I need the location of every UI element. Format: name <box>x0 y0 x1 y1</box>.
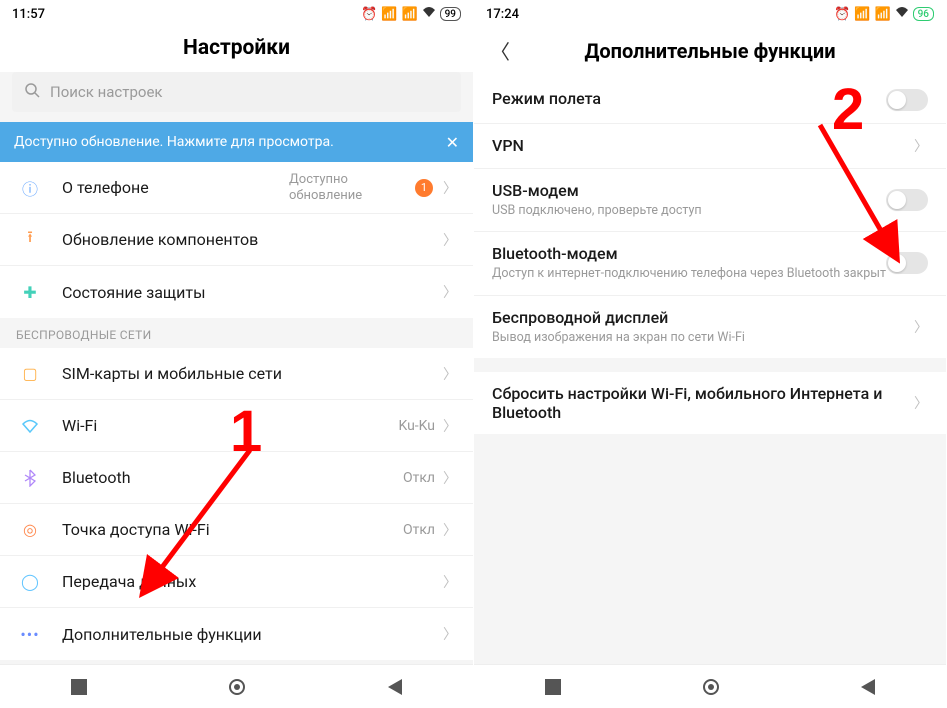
chevron-right-icon: 〉 <box>443 282 457 302</box>
row-data-usage[interactable]: ◯ Передача данных 〉 <box>0 556 473 608</box>
nav-bar <box>474 664 946 708</box>
row-label: Режим полета <box>492 89 886 108</box>
row-label: Bluetooth-модем <box>492 244 886 263</box>
row-label: Bluetooth <box>62 468 403 487</box>
more-icon: ••• <box>16 620 44 648</box>
chevron-right-icon: 〉 <box>914 393 928 413</box>
wifi-icon <box>895 6 909 22</box>
row-sim[interactable]: ▢ SIM-карты и мобильные сети 〉 <box>0 348 473 400</box>
shield-icon: ✚ <box>16 278 44 306</box>
row-label: Дополнительные функции <box>62 625 443 644</box>
page-title: Настройки <box>0 28 473 72</box>
toggle-usb-tethering[interactable] <box>886 189 928 211</box>
status-time: 11:57 <box>12 7 361 22</box>
alarm-icon: ⏰ <box>361 7 377 22</box>
annotation-2: 2 <box>832 76 864 143</box>
back-icon[interactable]: 〈 <box>490 36 514 65</box>
nav-bar <box>0 664 473 708</box>
row-label: Беспроводной дисплей <box>492 308 914 327</box>
chevron-right-icon: 〉 <box>443 468 457 488</box>
row-value: Откл <box>403 470 435 486</box>
signal-icon-2: 📶 <box>401 7 417 22</box>
row-about-phone[interactable]: ⓘ О телефоне Доступно обновление 1 〉 <box>0 162 473 214</box>
update-banner[interactable]: Доступно обновление. Нажмите для просмот… <box>0 122 473 162</box>
row-reset-network[interactable]: Сбросить настройки Wi-Fi, мобильного Инт… <box>474 372 946 434</box>
section-wireless: БЕСПРОВОДНЫЕ СЕТИ <box>0 318 473 348</box>
row-more-functions[interactable]: ••• Дополнительные функции 〉 <box>0 608 473 660</box>
row-usb-tethering[interactable]: USB-модем USB подключено, проверьте дост… <box>474 169 946 232</box>
toggle-bluetooth-tethering[interactable] <box>886 252 928 274</box>
status-time: 17:24 <box>486 7 834 22</box>
nav-recents-icon[interactable] <box>71 679 87 695</box>
row-vpn[interactable]: VPN 〉 <box>474 124 946 169</box>
nav-back-icon[interactable] <box>861 679 875 695</box>
status-bar: 11:57 ⏰ 📶 📶 99 <box>0 0 473 28</box>
nav-back-icon[interactable] <box>388 679 402 695</box>
chevron-right-icon: 〉 <box>443 178 457 198</box>
row-label: Обновление компонентов <box>62 230 443 249</box>
search-input[interactable]: Поиск настроек <box>12 72 461 112</box>
row-security-status[interactable]: ✚ Состояние защиты 〉 <box>0 266 473 318</box>
right-content: Режим полета VPN 〉 USB-модем USB подключ… <box>474 77 946 664</box>
title-row: 〈 Дополнительные функции <box>474 28 946 77</box>
page-title: Дополнительные функции <box>514 39 930 63</box>
row-label: Сбросить настройки Wi-Fi, мобильного Инт… <box>492 384 914 422</box>
row-airplane-mode[interactable]: Режим полета <box>474 77 946 124</box>
chevron-right-icon: 〉 <box>914 317 928 337</box>
row-label: Передача данных <box>62 572 443 591</box>
row-label: Точка доступа Wi-Fi <box>62 520 403 539</box>
wifi-icon <box>16 412 44 440</box>
annotation-1: 1 <box>230 398 262 465</box>
info-icon: ⓘ <box>16 174 44 202</box>
left-content: Поиск настроек Доступно обновление. Нажм… <box>0 72 473 664</box>
row-label: О телефоне <box>62 178 289 197</box>
chevron-right-icon: 〉 <box>443 364 457 384</box>
battery-badge: 96 <box>913 7 934 21</box>
signal-icon-2: 📶 <box>874 7 890 22</box>
hotspot-icon: ◎ <box>16 516 44 544</box>
nav-home-icon[interactable] <box>703 679 719 695</box>
alarm-icon: ⏰ <box>834 7 850 22</box>
row-label: Состояние защиты <box>62 283 443 302</box>
row-sub: Вывод изображения на экран по сети Wi-Fi <box>492 330 914 346</box>
search-placeholder: Поиск настроек <box>50 83 163 101</box>
upload-icon: ⭱ <box>16 226 44 254</box>
row-value: Ku-Ku <box>398 418 435 434</box>
search-icon <box>24 82 40 102</box>
chevron-right-icon: 〉 <box>914 136 928 156</box>
nav-home-icon[interactable] <box>229 679 245 695</box>
left-phone: 11:57 ⏰ 📶 📶 99 Настройки Поиск настроек … <box>0 0 473 708</box>
banner-text: Доступно обновление. Нажмите для просмот… <box>14 134 446 150</box>
chevron-right-icon: 〉 <box>443 230 457 250</box>
row-sub: USB подключено, проверьте доступ <box>492 203 886 219</box>
chevron-right-icon: 〉 <box>443 520 457 540</box>
row-sub: Доступ к интернет-подключению телефона ч… <box>492 266 886 282</box>
status-bar: 17:24 ⏰ 📶 📶 96 <box>474 0 946 28</box>
status-icons: ⏰ 📶 📶 99 <box>361 6 461 22</box>
status-icons: ⏰ 📶 📶 96 <box>834 6 934 22</box>
chevron-right-icon: 〉 <box>443 572 457 592</box>
row-hotspot[interactable]: ◎ Точка доступа Wi-Fi Откл 〉 <box>0 504 473 556</box>
wifi-icon <box>422 6 436 22</box>
nav-recents-icon[interactable] <box>545 679 561 695</box>
sim-icon: ▢ <box>16 360 44 388</box>
signal-icon: 📶 <box>854 7 870 22</box>
battery-badge: 99 <box>440 7 461 21</box>
row-wireless-display[interactable]: Беспроводной дисплей Вывод изображения н… <box>474 296 946 358</box>
row-bluetooth-tethering[interactable]: Bluetooth-модем Доступ к интернет-подклю… <box>474 232 946 295</box>
chevron-right-icon: 〉 <box>443 624 457 644</box>
badge-count: 1 <box>415 179 433 197</box>
signal-icon: 📶 <box>381 7 397 22</box>
right-phone: 17:24 ⏰ 📶 📶 96 〈 Дополнительные функции … <box>473 0 946 708</box>
data-icon: ◯ <box>16 568 44 596</box>
bluetooth-icon <box>16 464 44 492</box>
row-value: Откл <box>403 522 435 538</box>
row-label: USB-модем <box>492 181 886 200</box>
chevron-right-icon: 〉 <box>443 416 457 436</box>
row-sub: Доступно обновление <box>289 172 409 203</box>
toggle-airplane[interactable] <box>886 89 928 111</box>
row-label: SIM-карты и мобильные сети <box>62 364 443 383</box>
close-icon[interactable]: ✕ <box>446 133 459 152</box>
row-component-updates[interactable]: ⭱ Обновление компонентов 〉 <box>0 214 473 266</box>
